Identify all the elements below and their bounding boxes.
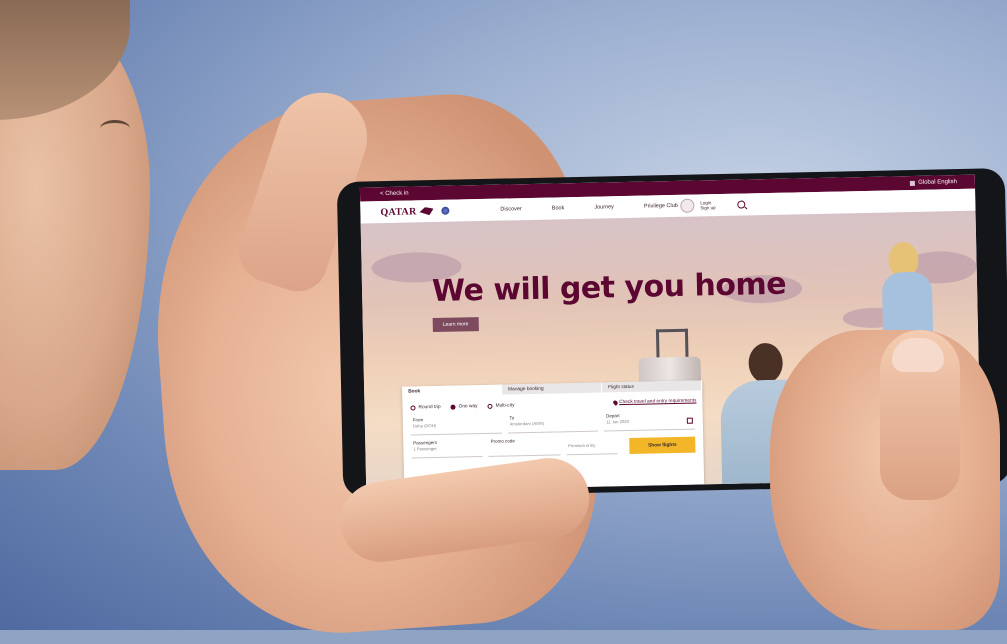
from-value: Doha (DOH)	[412, 423, 437, 429]
passenger-row: Passengers 1 Passenger Promo code Premiu…	[403, 431, 703, 460]
thumb-nail	[892, 338, 944, 372]
qatar-airways-logo[interactable]: QATAR	[380, 206, 416, 218]
man-figure-head	[748, 342, 784, 384]
avatar-icon	[680, 198, 695, 213]
check-in-link[interactable]: < Check in	[380, 191, 409, 198]
show-flights-button[interactable]: Show flights	[629, 436, 696, 454]
oryx-icon	[419, 207, 433, 215]
learn-more-button[interactable]: Learn more	[432, 317, 479, 333]
signup-label: Sign up	[700, 205, 716, 211]
nav-book[interactable]: Book	[552, 205, 565, 211]
woman-figure	[881, 271, 934, 333]
round-trip-radio[interactable]: Round trip	[410, 404, 441, 411]
search-icon[interactable]	[737, 200, 746, 209]
hero-headline: We will get you home	[431, 266, 787, 310]
location-pin-icon	[611, 399, 619, 406]
to-field[interactable]: To Amsterdam (AMS)	[507, 412, 599, 434]
language-label: Global English	[918, 179, 957, 186]
oneworld-icon	[441, 206, 450, 215]
cabin-select[interactable]: Premium entry	[565, 435, 618, 456]
multi-city-label: Multi-city	[495, 403, 515, 409]
promo-code-field[interactable]: Promo code	[488, 436, 561, 457]
to-value: Amsterdam (AMS)	[509, 420, 545, 427]
travel-requirements-link[interactable]: Check travel and entry requirements	[611, 398, 697, 406]
promo-label: Promo code	[490, 438, 515, 444]
person-eye	[100, 120, 130, 137]
radio-circle-icon	[410, 405, 416, 411]
login-text[interactable]: Login Sign up	[700, 200, 715, 210]
nav-discover[interactable]: Discover	[500, 206, 522, 212]
calendar-icon[interactable]	[686, 417, 693, 424]
language-selector[interactable]: Global English	[910, 179, 957, 186]
multi-city-radio[interactable]: Multi-city	[487, 403, 515, 409]
nav-journey[interactable]: Journey	[594, 204, 614, 210]
requirements-label: Check travel and entry requirements	[619, 398, 697, 406]
nav-privilege-club[interactable]: Privilege Club	[644, 203, 678, 210]
depart-value: 11 Jun 2020	[606, 418, 629, 425]
nav-links: Discover Book Journey Privilege Club	[500, 203, 678, 213]
from-field[interactable]: From Doha (DOH)	[410, 414, 502, 436]
account-area[interactable]: Login Sign up	[680, 197, 746, 213]
passengers-value: 1 Passenger	[413, 445, 437, 452]
depart-field[interactable]: Depart 11 Jun 2020	[603, 410, 696, 432]
cabin-value: Premium entry	[568, 442, 596, 449]
one-way-radio[interactable]: One way	[450, 404, 478, 410]
passengers-field[interactable]: Passengers 1 Passenger	[411, 438, 483, 459]
radio-circle-icon	[487, 403, 493, 409]
globe-icon	[910, 180, 916, 186]
radio-selected-icon	[450, 404, 456, 410]
depart-label: Depart	[606, 413, 620, 419]
round-trip-label: Round trip	[418, 404, 441, 411]
one-way-label: One way	[458, 404, 478, 410]
